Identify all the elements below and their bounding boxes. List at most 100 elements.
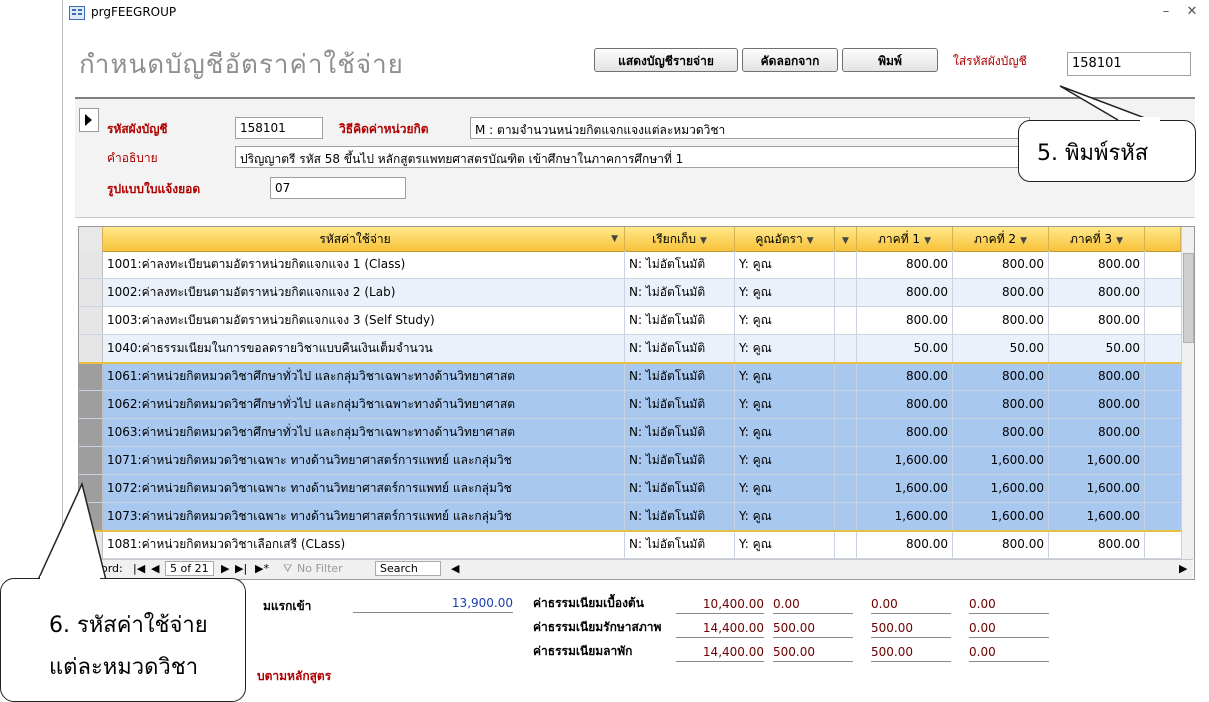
cell-t3[interactable]: 1,600.00 xyxy=(1049,503,1145,530)
table-row[interactable]: 1002:ค่าลงทะเบียนตามอัตราหน่วยกิตแจกแจง … xyxy=(79,279,1181,307)
col-term-2[interactable]: ภาคที่ 2 ▼ xyxy=(953,227,1049,251)
cell-mult[interactable]: Y: คูณ xyxy=(735,307,835,334)
cell-t3[interactable]: 50.00 xyxy=(1049,335,1145,362)
cell-blank[interactable] xyxy=(835,531,857,558)
cell-code[interactable]: 1040:ค่าธรรมเนียมในการขอลดรายวิชาแบบคืนเ… xyxy=(103,335,625,362)
cell-t2[interactable]: 800.00 xyxy=(953,307,1049,334)
no-filter-label[interactable]: No Filter xyxy=(297,562,343,575)
table-row[interactable]: 1073:ค่าหน่วยกิตหมวดวิชาเฉพาะ ทางด้านวิท… xyxy=(79,503,1181,531)
row-selector[interactable] xyxy=(79,307,103,334)
vertical-scrollbar[interactable] xyxy=(1181,227,1194,559)
cell-t2[interactable]: 800.00 xyxy=(953,363,1049,390)
table-row[interactable]: 1071:ค่าหน่วยกิตหมวดวิชาเฉพาะ ทางด้านวิท… xyxy=(79,447,1181,475)
cell-mult[interactable]: Y: คูณ xyxy=(735,475,835,502)
cell-t1[interactable]: 800.00 xyxy=(857,279,953,306)
select-all-corner[interactable] xyxy=(79,227,103,251)
cell-t3[interactable]: 1,600.00 xyxy=(1049,447,1145,474)
dropdown-icon[interactable]: ▼ xyxy=(807,236,814,246)
cell-collect[interactable]: N: ไม่อัตโนมัติ xyxy=(625,419,735,446)
account-code-input[interactable]: 158101 xyxy=(1067,52,1191,76)
cell-t2[interactable]: 50.00 xyxy=(953,335,1049,362)
cell-t3[interactable]: 800.00 xyxy=(1049,531,1145,558)
row-selector[interactable] xyxy=(79,251,103,278)
cell-t1[interactable]: 1,600.00 xyxy=(857,503,953,530)
dropdown-icon[interactable]: ▼ xyxy=(611,227,618,251)
col-term-3[interactable]: ภาคที่ 3 ▼ xyxy=(1049,227,1145,251)
cell-code[interactable]: 1001:ค่าลงทะเบียนตามอัตราหน่วยกิตแจกแจง … xyxy=(103,251,625,278)
cell-mult[interactable]: Y: คูณ xyxy=(735,335,835,362)
description-field[interactable]: ปริญญาตรี รหัส 58 ขึ้นไป หลักสูตรแพทยศาส… xyxy=(235,146,1030,168)
minimize-button[interactable]: – xyxy=(1157,4,1175,20)
cell-blank[interactable] xyxy=(835,279,857,306)
cell-t3[interactable]: 800.00 xyxy=(1049,419,1145,446)
cell-collect[interactable]: N: ไม่อัตโนมัติ xyxy=(625,307,735,334)
cell-t3[interactable]: 800.00 xyxy=(1049,307,1145,334)
close-button[interactable]: ✕ xyxy=(1183,4,1201,20)
cell-code[interactable]: 1063:ค่าหน่วยกิตหมวดวิชาศึกษาทั่วไป และก… xyxy=(103,419,625,446)
col-term-1[interactable]: ภาคที่ 1 ▼ xyxy=(857,227,953,251)
cell-t1[interactable]: 50.00 xyxy=(857,335,953,362)
prev-record-icon[interactable]: ◀ xyxy=(151,562,159,575)
cell-collect[interactable]: N: ไม่อัตโนมัติ xyxy=(625,503,735,530)
cell-mult[interactable]: Y: คูณ xyxy=(735,391,835,418)
form-type-field[interactable]: 07 xyxy=(270,177,406,199)
new-record-icon[interactable]: ▶* xyxy=(255,562,269,575)
cell-code[interactable]: 1062:ค่าหน่วยกิตหมวดวิชาศึกษาทั่วไป และก… xyxy=(103,391,625,418)
cell-t1[interactable]: 800.00 xyxy=(857,531,953,558)
cell-code[interactable]: 1061:ค่าหน่วยกิตหมวดวิชาศึกษาทั่วไป และก… xyxy=(103,363,625,390)
scroll-right-icon[interactable]: ▶ xyxy=(1179,562,1187,575)
row-selector[interactable] xyxy=(79,447,103,474)
table-row[interactable]: 1063:ค่าหน่วยกิตหมวดวิชาศึกษาทั่วไป และก… xyxy=(79,419,1181,447)
filter-icon[interactable]: ⛛ xyxy=(283,562,292,576)
cell-blank[interactable] xyxy=(835,419,857,446)
cell-blank[interactable] xyxy=(835,391,857,418)
row-selector[interactable] xyxy=(79,335,103,362)
dropdown-icon[interactable]: ▼ xyxy=(842,236,849,246)
last-record-icon[interactable]: ▶| xyxy=(235,562,247,575)
cell-t3[interactable]: 800.00 xyxy=(1049,279,1145,306)
table-row[interactable]: 1001:ค่าลงทะเบียนตามอัตราหน่วยกิตแจกแจง … xyxy=(79,251,1181,279)
account-code-field[interactable]: 158101 xyxy=(235,117,323,139)
calc-method-field[interactable]: M : ตามจำนวนหน่วยกิตแจกแจงแต่ละหมวดวิชา xyxy=(470,117,1030,139)
cell-mult[interactable]: Y: คูณ xyxy=(735,447,835,474)
cell-t1[interactable]: 1,600.00 xyxy=(857,447,953,474)
record-position[interactable]: 5 of 21 xyxy=(165,561,214,576)
first-record-icon[interactable]: |◀ xyxy=(133,562,145,575)
table-row[interactable]: 1081:ค่าหน่วยกิตหมวดวิชาเลือกเสรี (CLass… xyxy=(79,531,1181,559)
cell-t1[interactable]: 1,600.00 xyxy=(857,475,953,502)
col-multiply[interactable]: คูณอัตรา ▼ xyxy=(735,227,835,251)
cell-collect[interactable]: N: ไม่อัตโนมัติ xyxy=(625,279,735,306)
cell-collect[interactable]: N: ไม่อัตโนมัติ xyxy=(625,531,735,558)
cell-t1[interactable]: 800.00 xyxy=(857,363,953,390)
cell-t3[interactable]: 800.00 xyxy=(1049,391,1145,418)
cell-t2[interactable]: 800.00 xyxy=(953,251,1049,278)
copy-from-button[interactable]: คัดลอกจาก xyxy=(742,48,838,72)
cell-mult[interactable]: Y: คูณ xyxy=(735,503,835,530)
cell-collect[interactable]: N: ไม่อัตโนมัติ xyxy=(625,335,735,362)
cell-blank[interactable] xyxy=(835,363,857,390)
table-row[interactable]: 1062:ค่าหน่วยกิตหมวดวิชาศึกษาทั่วไป และก… xyxy=(79,391,1181,419)
cell-code[interactable]: 1071:ค่าหน่วยกิตหมวดวิชาเฉพาะ ทางด้านวิท… xyxy=(103,447,625,474)
cell-t2[interactable]: 800.00 xyxy=(953,419,1049,446)
dropdown-icon[interactable]: ▼ xyxy=(700,236,707,246)
cell-blank[interactable] xyxy=(835,475,857,502)
record-selector[interactable] xyxy=(79,108,99,132)
cell-collect[interactable]: N: ไม่อัตโนมัติ xyxy=(625,251,735,278)
col-collect[interactable]: เรียกเก็บ ▼ xyxy=(625,227,735,251)
cell-t1[interactable]: 800.00 xyxy=(857,391,953,418)
row-selector[interactable] xyxy=(79,363,103,390)
cell-t2[interactable]: 1,600.00 xyxy=(953,447,1049,474)
cell-code[interactable]: 1072:ค่าหน่วยกิตหมวดวิชาเฉพาะ ทางด้านวิท… xyxy=(103,475,625,502)
row-selector[interactable] xyxy=(79,279,103,306)
col-expense-code[interactable]: รหัสค่าใช้จ่าย ▼ xyxy=(103,227,625,251)
cell-mult[interactable]: Y: คูณ xyxy=(735,419,835,446)
scroll-left-icon[interactable]: ◀ xyxy=(451,562,459,575)
cell-code[interactable]: 1081:ค่าหน่วยกิตหมวดวิชาเลือกเสรี (CLass… xyxy=(103,531,625,558)
cell-t2[interactable]: 800.00 xyxy=(953,391,1049,418)
table-row[interactable]: 1003:ค่าลงทะเบียนตามอัตราหน่วยกิตแจกแจง … xyxy=(79,307,1181,335)
cell-code[interactable]: 1002:ค่าลงทะเบียนตามอัตราหน่วยกิตแจกแจง … xyxy=(103,279,625,306)
cell-collect[interactable]: N: ไม่อัตโนมัติ xyxy=(625,363,735,390)
cell-collect[interactable]: N: ไม่อัตโนมัติ xyxy=(625,391,735,418)
cell-t2[interactable]: 1,600.00 xyxy=(953,475,1049,502)
cell-mult[interactable]: Y: คูณ xyxy=(735,363,835,390)
